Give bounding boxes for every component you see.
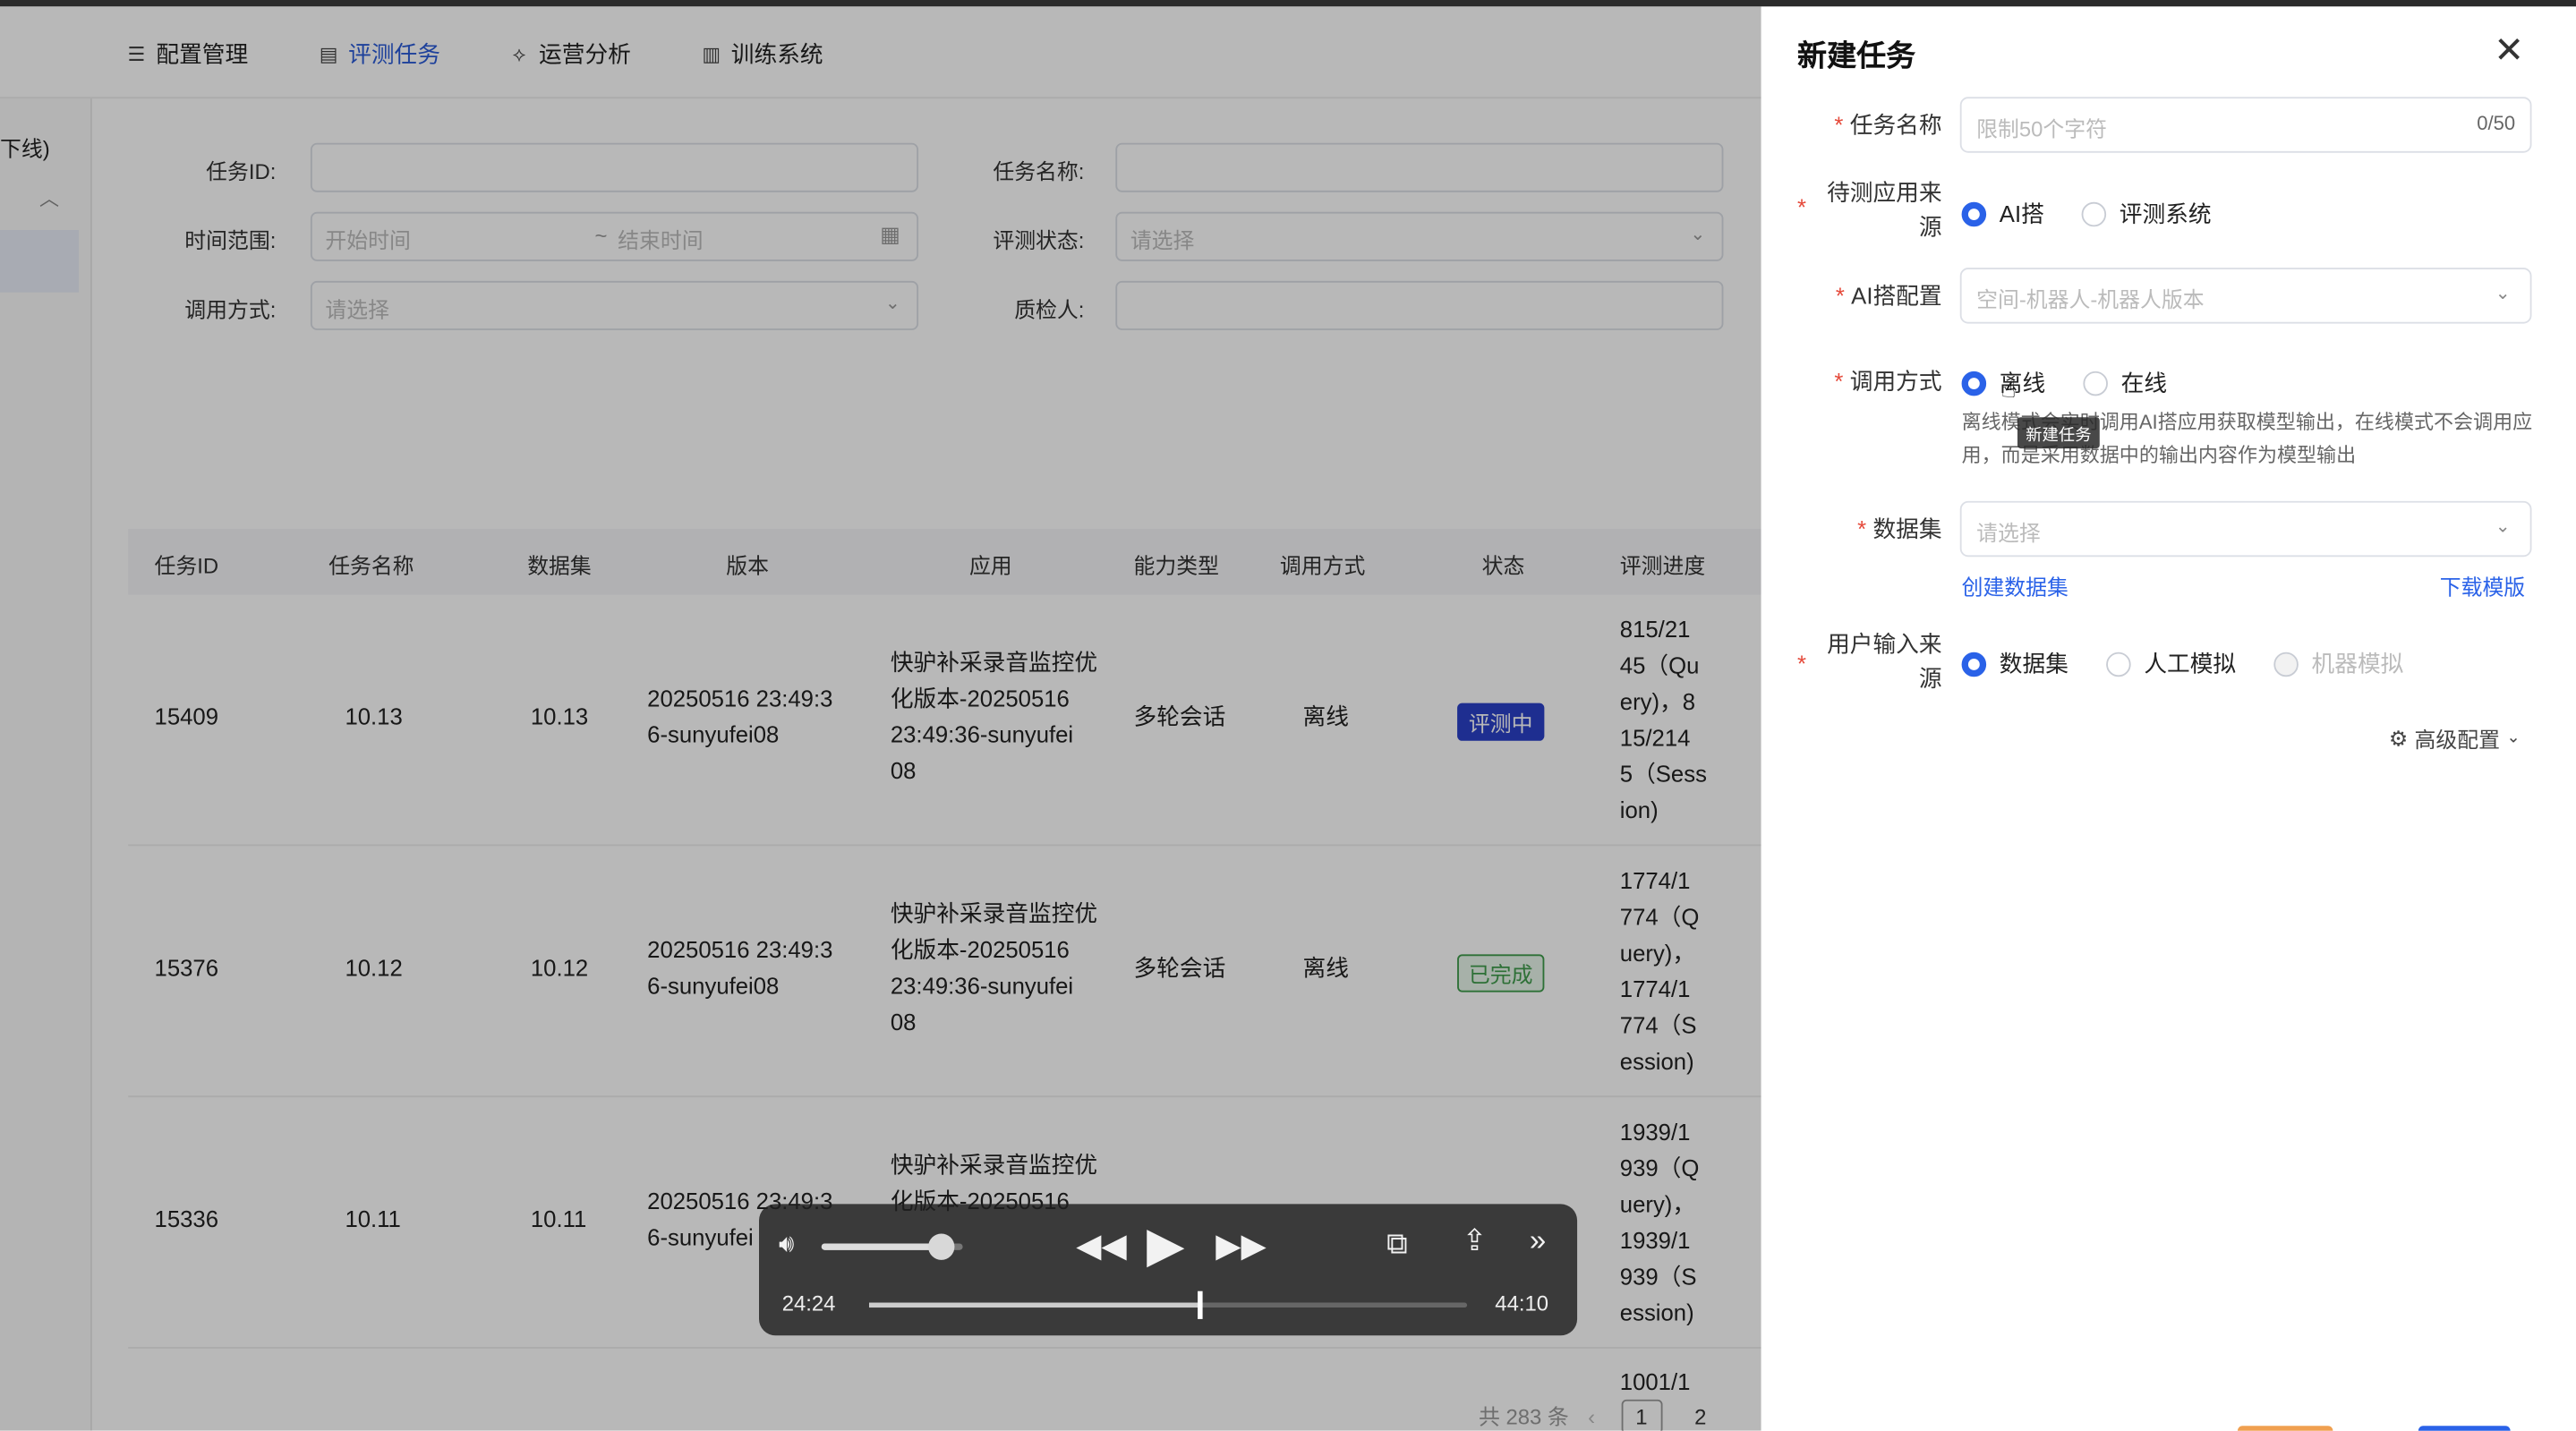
- radio-dataset[interactable]: 数据集: [1961, 647, 2068, 680]
- volume-knob[interactable]: [928, 1233, 955, 1260]
- radio-label: 机器模拟: [2311, 650, 2404, 677]
- required-mark: *: [1797, 650, 1807, 677]
- elapsed-time: 24:24: [781, 1290, 836, 1316]
- volume-icon[interactable]: 🔊︎: [779, 1231, 794, 1258]
- create-dataset-link[interactable]: 创建数据集: [1962, 570, 2068, 601]
- task-name-label: * 任务名称: [1834, 111, 1942, 139]
- progress-fill: [868, 1302, 1200, 1308]
- gear-icon: ⚙: [2388, 725, 2409, 750]
- drawer-title: 新建任务: [1797, 39, 1916, 72]
- call-mode-label: * 调用方式: [1834, 368, 1942, 395]
- window-top-bar: [0, 0, 2576, 7]
- more-icon[interactable]: »: [1530, 1223, 1546, 1258]
- tooltip: 新建任务: [2017, 417, 2100, 449]
- radio-machine-sim: 机器模拟: [2273, 647, 2403, 680]
- play-icon[interactable]: ▶: [1147, 1217, 1184, 1274]
- dataset-label: * 数据集: [1857, 515, 1942, 542]
- ai-config-placeholder: 空间-机器人-机器人版本: [1976, 287, 2205, 312]
- radio-manual-sim[interactable]: 人工模拟: [2106, 647, 2236, 680]
- volume-slider[interactable]: [821, 1233, 963, 1260]
- fast-forward-icon[interactable]: ▶▶: [1215, 1225, 1266, 1266]
- required-mark: *: [1797, 193, 1807, 220]
- radio-unselected-icon: [2106, 651, 2131, 677]
- close-icon[interactable]: ✕: [2494, 30, 2524, 72]
- radio-eval-system[interactable]: 评测系统: [2081, 197, 2212, 230]
- progress-handle[interactable]: [1198, 1290, 1204, 1319]
- task-name-placeholder: 限制50个字符: [1976, 116, 2107, 141]
- radio-unselected-icon: [2083, 370, 2108, 396]
- total-time: 44:10: [1495, 1290, 1549, 1316]
- share-icon[interactable]: ⇪: [1463, 1223, 1488, 1258]
- ai-config-label: * AI搭配置: [1835, 282, 1942, 310]
- chevron-down-icon: ⌄: [2506, 728, 2521, 748]
- radio-label: 在线: [2120, 369, 2168, 396]
- advanced-config-toggle[interactable]: ⚙ 高级配置 ⌄: [2389, 723, 2521, 754]
- app-source-label: 待测应用来源: [1827, 179, 1942, 240]
- task-name-field[interactable]: 限制50个字符 0/50: [1959, 97, 2532, 153]
- ai-config-select[interactable]: 空间-机器人-机器人版本 ⌄: [1959, 268, 2532, 324]
- progress-track[interactable]: [868, 1290, 1468, 1319]
- media-player-controls: 🔊︎ ◀◀ ▶ ▶▶ ⧉ ⇪ » 24:24 44:10: [759, 1204, 1578, 1336]
- radio-online[interactable]: 在线: [2083, 366, 2167, 399]
- chevron-down-icon: ⌄: [2495, 284, 2511, 304]
- user-input-source-label: 用户输入来源: [1827, 630, 1942, 692]
- radio-selected-icon: [1961, 200, 1987, 226]
- dataset-select[interactable]: 请选择 ⌄: [1959, 500, 2532, 558]
- advanced-config-label: 高级配置: [2414, 728, 2501, 753]
- radio-label: AI搭: [1999, 200, 2044, 227]
- download-template-link[interactable]: 下载模版: [2440, 570, 2525, 601]
- char-count: 0/50: [2477, 111, 2516, 135]
- radio-disabled-icon: [2273, 651, 2299, 677]
- cursor-hand-icon: ☝: [2000, 376, 2017, 405]
- new-task-drawer: 新建任务 ✕ * 任务名称 限制50个字符 0/50 * 待测应用来源 AI搭 评…: [1761, 6, 2576, 1431]
- radio-ai-da[interactable]: AI搭: [1961, 197, 2044, 230]
- radio-selected-icon: [1961, 651, 1987, 677]
- volume-fill: [821, 1243, 942, 1250]
- rewind-icon[interactable]: ◀◀: [1076, 1225, 1126, 1266]
- chevron-down-icon: ⌄: [2495, 517, 2511, 538]
- picture-in-picture-icon[interactable]: ⧉: [1386, 1227, 1408, 1262]
- radio-label: 评测系统: [2119, 200, 2212, 227]
- radio-unselected-icon: [2081, 200, 2107, 226]
- radio-label: 人工模拟: [2144, 650, 2237, 677]
- radio-label: 数据集: [1999, 650, 2068, 677]
- dataset-placeholder: 请选择: [1976, 520, 2041, 546]
- radio-selected-icon: [1961, 370, 1987, 396]
